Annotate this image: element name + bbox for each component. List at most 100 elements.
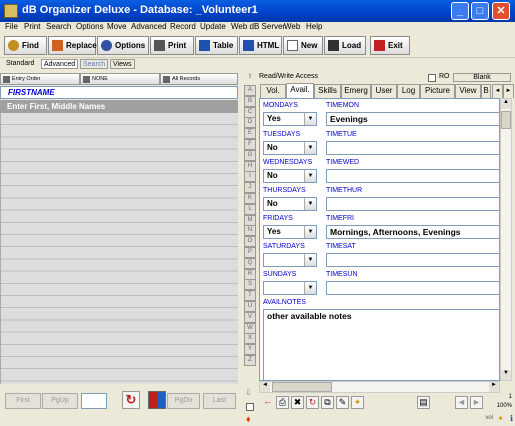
maximize-button[interactable]: □ — [471, 2, 489, 20]
first-button[interactable]: First — [5, 393, 41, 409]
letter-f[interactable]: F — [244, 139, 256, 150]
tab-user[interactable]: User — [371, 84, 397, 98]
tab-emerg[interactable]: Emerg — [341, 84, 371, 98]
edit-icon[interactable]: ✎ — [336, 396, 349, 409]
letter-b[interactable]: B — [244, 95, 256, 107]
lightbulb-icon[interactable]: ✦ — [351, 396, 364, 409]
tab-picture[interactable]: Picture — [420, 84, 455, 98]
copy-icon[interactable]: ⧉ — [321, 396, 334, 409]
timethur-input[interactable] — [326, 197, 499, 211]
scroll-thumb[interactable] — [501, 111, 511, 129]
letter-j[interactable]: J — [244, 182, 256, 194]
letter-d[interactable]: D — [244, 117, 256, 129]
delete-icon[interactable]: ✖ — [291, 396, 304, 409]
scroll-up-icon[interactable]: ▲ — [501, 99, 511, 109]
letter-s[interactable]: S — [244, 279, 256, 291]
timewed-input[interactable] — [326, 169, 499, 183]
exit-button[interactable]: Exit — [370, 36, 410, 55]
fridays-select[interactable]: Yes ▼ — [263, 225, 317, 239]
prev-record-icon[interactable]: ◄ — [455, 396, 468, 409]
scroll-down-icon[interactable]: ▼ — [501, 370, 511, 380]
menu-web[interactable]: Web — [284, 22, 300, 31]
timesun-input[interactable] — [326, 281, 499, 295]
letter-x[interactable]: X — [244, 333, 256, 345]
timetue-input[interactable] — [326, 141, 499, 155]
letter-a[interactable]: A — [244, 85, 256, 96]
all-records-button[interactable]: All Records — [160, 73, 238, 85]
list-header[interactable]: FIRSTNAME — [0, 86, 238, 99]
letter-c[interactable]: C — [244, 106, 256, 118]
letter-y[interactable]: Y — [244, 344, 256, 356]
letter-o[interactable]: O — [244, 236, 256, 248]
list-item-selected[interactable]: Enter First, Middle Names — [0, 100, 238, 113]
availnotes-textarea[interactable]: other available notes — [263, 309, 499, 380]
tab-scroll-left-icon[interactable]: ◄ — [492, 84, 503, 98]
tab-scroll-right-icon[interactable]: ► — [503, 84, 514, 98]
refresh-icon[interactable]: ↻ — [122, 391, 140, 409]
new-button[interactable]: New — [283, 36, 323, 55]
menu-web-db-server[interactable]: Web dB Server — [231, 22, 285, 31]
letter-w[interactable]: W — [244, 322, 256, 334]
replace-button[interactable]: Replace — [48, 36, 97, 55]
letter-t[interactable]: T — [244, 290, 256, 302]
none-button[interactable]: NONE — [80, 73, 160, 85]
load-button[interactable]: Load — [324, 36, 366, 55]
tab-log[interactable]: Log — [397, 84, 420, 98]
menu-help[interactable]: Help — [306, 22, 322, 31]
entry-order-button[interactable]: Entry Order — [0, 73, 80, 85]
find-button[interactable]: Find — [4, 36, 47, 55]
pgup-button[interactable]: PgUp — [42, 393, 78, 409]
tab-standard[interactable]: Standard — [4, 59, 36, 69]
tab-skills[interactable]: Skills — [314, 84, 341, 98]
menu-file[interactable]: File — [5, 22, 18, 31]
menu-print[interactable]: Print — [24, 22, 40, 31]
timesat-input[interactable] — [326, 253, 499, 267]
menu-options[interactable]: Options — [76, 22, 104, 31]
letters-up-icon[interactable]: ⇧ — [244, 73, 256, 84]
mondays-select[interactable]: Yes ▼ — [263, 112, 317, 126]
pgdn-button[interactable]: PgDn — [167, 393, 200, 409]
minimize-button[interactable]: _ — [451, 2, 469, 20]
letter-k[interactable]: K — [244, 193, 256, 204]
close-button[interactable]: ✕ — [492, 2, 510, 20]
timemon-input[interactable]: Evenings — [326, 112, 499, 126]
letter-v[interactable]: V — [244, 311, 256, 323]
tab-search[interactable]: Search — [80, 59, 109, 69]
thursdays-select[interactable]: No ▼ — [263, 197, 317, 211]
vertical-scrollbar[interactable]: ▲ ▼ — [500, 98, 512, 381]
page-input[interactable] — [81, 393, 107, 409]
sundays-select[interactable]: ▼ — [263, 281, 317, 295]
letter-n[interactable]: N — [244, 225, 256, 237]
color-icon[interactable] — [148, 391, 166, 409]
letter-p[interactable]: P — [244, 247, 256, 258]
letter-q[interactable]: Q — [244, 257, 256, 269]
horizontal-scrollbar[interactable]: ◄ ► — [259, 381, 500, 393]
saturdays-select[interactable]: ▼ — [263, 253, 317, 267]
down-arrow-icon[interactable]: ⇩ — [245, 388, 255, 398]
letter-h[interactable]: H — [244, 160, 256, 172]
tab-avail[interactable]: Avail. — [286, 83, 314, 98]
letter-i[interactable]: I — [244, 171, 256, 183]
menu-advanced[interactable]: Advanced — [131, 22, 167, 31]
tab-views[interactable]: Views — [110, 59, 135, 69]
wednesdays-select[interactable]: No ▼ — [263, 169, 317, 183]
letter-l[interactable]: L — [244, 203, 256, 215]
tab-advanced[interactable]: Advanced — [41, 59, 79, 69]
table-button[interactable]: Table — [195, 36, 238, 55]
ro-checkbox[interactable] — [428, 74, 436, 82]
print-button[interactable]: Print — [150, 36, 194, 55]
hscroll-thumb[interactable] — [272, 382, 332, 392]
back-arrow-icon[interactable]: ← — [261, 396, 274, 409]
html-button[interactable]: HTML — [239, 36, 282, 55]
report-icon[interactable]: ▤ — [417, 396, 430, 409]
timefri-input[interactable]: Mornings, Afternoons, Evenings — [326, 225, 499, 239]
select-checkbox[interactable] — [246, 403, 254, 411]
menu-move[interactable]: Move — [107, 22, 127, 31]
blank-button[interactable]: Blank — [453, 73, 511, 82]
tuesdays-select[interactable]: No ▼ — [263, 141, 317, 155]
record-list[interactable] — [0, 113, 238, 384]
letter-u[interactable]: U — [244, 301, 256, 312]
tab-view[interactable]: View — [455, 84, 481, 98]
letter-r[interactable]: R — [244, 268, 256, 280]
menu-record[interactable]: Record — [170, 22, 196, 31]
